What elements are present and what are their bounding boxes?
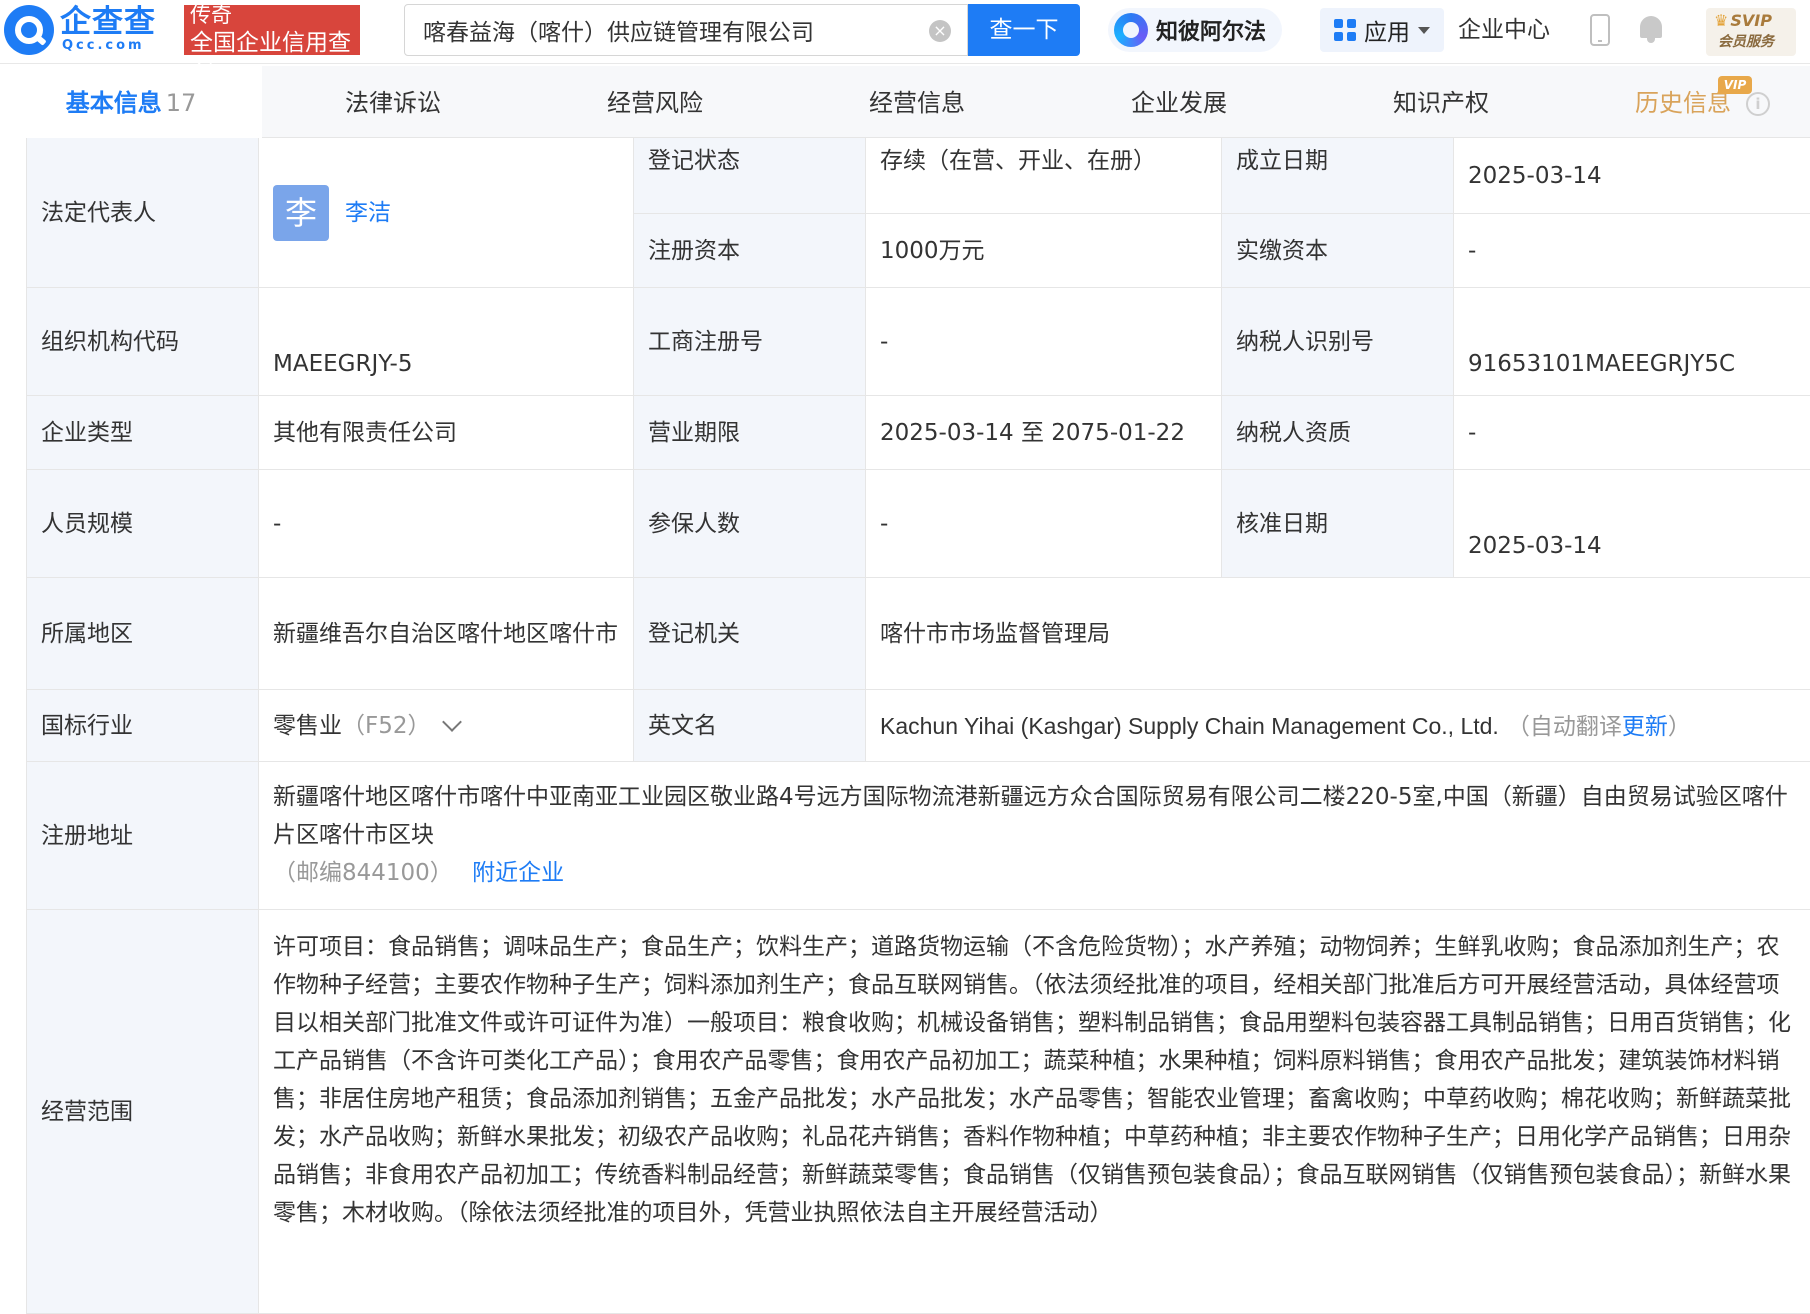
tab-count: 17 [165,89,197,117]
company-type-value: 其他有限责任公司 [259,396,634,470]
scope-value: 许可项目：食品销售；调味品生产；食品生产；饮料生产；道路货物运输（不含危险货物）… [273,934,1791,1226]
auto-translate-note-end: ） [1667,712,1691,739]
alpha-label: 知彼阿尔法 [1156,20,1267,45]
reg-status-label: 登记状态 [634,138,866,214]
org-code-label: 组织机构代码 [27,288,259,396]
english-name-cell: Kachun Yihai (Kashgar) Supply Chain Mana… [866,690,1810,762]
region-label: 所属地区 [27,578,259,690]
industry-cell[interactable]: 零售业 （F52） [259,690,634,762]
address-text: 新疆喀什地区喀什市喀什中亚南亚工业园区敬业路4号远方国际物流港新疆远方众合国际贸… [273,766,1796,892]
info-icon[interactable]: i [1746,92,1770,116]
svip-button[interactable]: ♛ SVIP 会员服务 [1706,8,1796,56]
address-cell: 新疆喀什地区喀什市喀什中亚南亚工业园区敬业路4号远方国际物流港新疆远方众合国际贸… [259,762,1810,910]
tab-operation[interactable]: 经营信息 [786,66,1048,138]
insured-label: 参保人数 [634,470,866,578]
apps-grid-icon [1334,19,1356,41]
staff-size-label: 人员规模 [27,470,259,578]
search-button[interactable]: 查一下 [968,4,1080,56]
approved-value: 2025-03-14 [1454,470,1810,578]
reg-capital-label: 注册资本 [634,214,866,288]
update-translation-link[interactable]: 更新 [1622,707,1668,745]
top-header: 企查查 Qcc.com 传奇 全国企业信用查询 × 查一下 知彼阿尔法 应用 企… [0,0,1810,82]
logo-text: 企查查 Qcc.com [60,5,178,55]
search-input[interactable] [423,5,923,55]
avatar: 李 [273,184,329,241]
postcode: （邮编844100） [273,860,453,886]
scope-cell: 许可项目：食品销售；调味品生产；食品生产；饮料生产；道路货物运输（不含危险货物）… [259,910,1810,1314]
alpha-logo-icon [1114,13,1148,47]
paid-capital-label: 实缴资本 [1222,214,1454,288]
founded-value: 2025-03-14 [1454,138,1810,214]
address-value: 新疆喀什地区喀什市喀什中亚南亚工业园区敬业路4号远方国际物流港新疆远方众合国际贸… [273,784,1788,848]
logo-search-icon [4,5,54,55]
apps-label: 应用 [1364,20,1410,46]
region-value: 新疆维吾尔自治区喀什地区喀什市 [259,578,634,690]
vip-badge: VIP [1718,76,1752,94]
authority-value: 喀什市市场监督管理局 [866,578,1810,690]
apps-menu[interactable]: 应用 [1320,8,1444,52]
scope-label: 经营范围 [27,910,259,1314]
logo-cn: 企查查 [60,4,156,40]
logo-badge: 传奇 全国企业信用查询 [184,3,360,82]
taxpayer-id-value: 91653101MAEEGRJY5C [1454,288,1810,396]
industry-code: （F52） [342,712,431,739]
paid-capital-value: - [1454,214,1810,288]
tab-basic-info[interactable]: 基本信息 17 [0,66,262,138]
tab-risk[interactable]: 经营风险 [524,66,786,138]
nearby-companies-link[interactable]: 附近企业 [472,860,564,886]
biz-reg-no-label: 工商注册号 [634,288,866,396]
org-code-value: MAEEGRJY-5 [259,288,634,396]
term-value: 2025-03-14 至 2075-01-22 [866,396,1222,470]
english-name-value: Kachun Yihai (Kashgar) Supply Chain Mana… [880,712,1499,739]
logo-en: Qcc.com [62,38,145,53]
reg-status-value: 存续（在营、开业、在册） [866,138,1222,214]
auto-translate-note: （自动翻译 [1506,712,1622,739]
chevron-down-icon [1418,26,1430,34]
tab-development[interactable]: 企业发展 [1048,66,1310,138]
site-logo[interactable]: 企查查 Qcc.com 传奇 全国企业信用查询 [4,3,360,82]
section-tabs: 基本信息 17 法律诉讼 经营风险 经营信息 企业发展 知识产权 历史信息 [0,66,1810,138]
industry-label: 国标行业 [27,690,259,762]
address-label: 注册地址 [27,762,259,910]
logo-badge-line1: 传奇 [190,3,232,27]
industry-value: 零售业 [273,712,342,739]
authority-label: 登记机关 [634,578,866,690]
mobile-icon[interactable] [1590,14,1610,46]
alpha-button[interactable]: 知彼阿尔法 [1108,8,1283,52]
reg-capital-value: 1000万元 [866,214,1222,288]
basic-info-table: 法定代表人 李 李洁 登记状态 存续（在营、开业、在册） 成立日期 2025-0… [26,138,1810,1314]
legal-rep-name-link[interactable]: 李洁 [345,194,391,232]
taxpayer-qual-label: 纳税人资质 [1222,396,1454,470]
svip-label: ♛ SVIP [1714,11,1772,30]
biz-reg-no-value: - [866,288,1222,396]
english-name-label: 英文名 [634,690,866,762]
svip-sub-label: 会员服务 [1718,34,1774,50]
staff-size-value: - [259,470,634,578]
insured-value: - [866,470,1222,578]
clear-icon[interactable]: × [929,20,951,42]
company-type-label: 企业类型 [27,396,259,470]
taxpayer-qual-value: - [1454,396,1810,470]
taxpayer-id-label: 纳税人识别号 [1222,288,1454,396]
crown-icon: ♛ [1714,11,1729,30]
chevron-down-icon[interactable] [441,711,462,732]
approved-label: 核准日期 [1222,470,1454,578]
term-label: 营业期限 [634,396,866,470]
founded-label: 成立日期 [1222,138,1454,214]
tab-ip[interactable]: 知识产权 [1310,66,1572,138]
tab-legal[interactable]: 法律诉讼 [262,66,524,138]
bell-icon[interactable] [1638,14,1664,44]
legal-rep-cell: 李 李洁 [259,138,634,288]
legal-rep-label: 法定代表人 [27,138,259,288]
enterprise-center-link[interactable]: 企业中心 [1458,12,1550,48]
search-box: × [404,4,968,56]
